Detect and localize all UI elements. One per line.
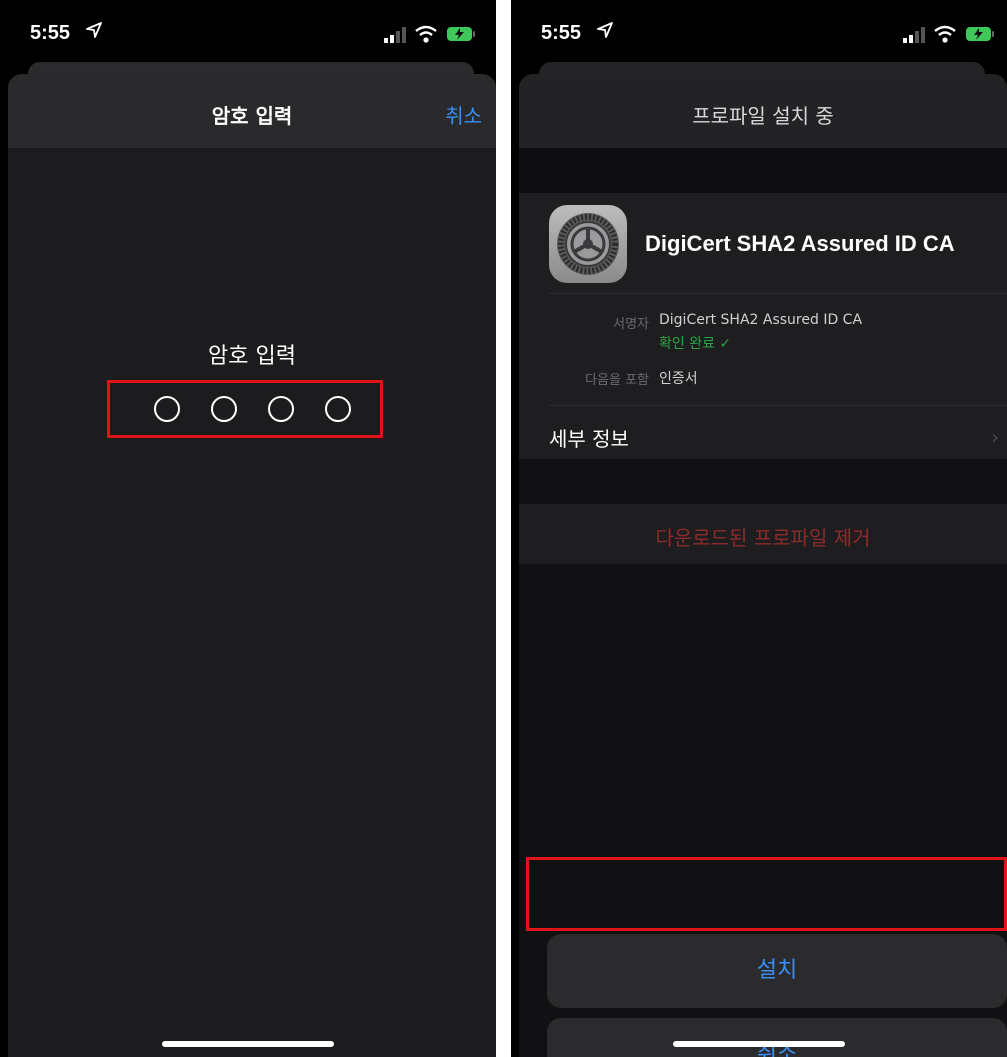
nav-bar: 암호 입력 취소 <box>8 74 496 148</box>
chevron-right-icon: › <box>991 425 999 449</box>
location-arrow-icon <box>86 22 102 38</box>
status-time: 5:55 <box>30 22 71 44</box>
cancel-button[interactable]: 취소 <box>445 100 482 129</box>
status-bar: 5:55 <box>511 0 1007 62</box>
contains-label: 다음을 포함 <box>585 373 649 388</box>
remove-profile-button[interactable]: 다운로드된 프로파일 제거 <box>519 504 1007 564</box>
home-indicator[interactable] <box>162 1041 334 1047</box>
details-row[interactable]: 세부 정보 › <box>519 405 1007 459</box>
battery-charging-icon <box>447 27 475 41</box>
profile-card: DigiCert SHA2 Assured ID CA 서명자 DigiCert… <box>519 193 1007 459</box>
details-label: 세부 정보 <box>549 427 629 451</box>
install-button[interactable]: 설치 <box>547 934 1007 1008</box>
status-time: 5:55 <box>541 22 582 44</box>
left-phone-screen: 5:55 암호 입력 취소 암호 입력 <box>0 0 496 1057</box>
profile-name: DigiCert SHA2 Assured ID CA <box>645 231 955 256</box>
status-bar: 5:55 <box>0 0 496 62</box>
highlight-box <box>107 380 383 438</box>
battery-charging-icon <box>966 27 994 41</box>
signed-by-label: 서명자 <box>613 317 649 332</box>
contains-value: 인증서 <box>659 371 698 387</box>
nav-bar: 프로파일 설치 중 <box>519 74 1007 148</box>
settings-gear-icon <box>549 205 627 283</box>
location-arrow-icon <box>597 22 613 38</box>
nav-title: 암호 입력 <box>211 104 293 128</box>
verified-status: 확인 완료 ✓ <box>659 336 732 352</box>
cancel-button[interactable]: 취소 <box>547 1018 1007 1057</box>
signed-by-value: DigiCert SHA2 Assured ID CA <box>659 312 863 328</box>
passcode-prompt: 암호 입력 <box>208 344 296 369</box>
passcode-sheet: 암호 입력 취소 암호 입력 <box>8 74 496 1057</box>
section-gap <box>519 148 1007 193</box>
highlight-box <box>526 857 1007 931</box>
wifi-icon <box>934 25 956 43</box>
remove-profile-label: 다운로드된 프로파일 제거 <box>655 526 871 550</box>
wifi-icon <box>415 25 437 43</box>
divider <box>549 293 1007 294</box>
nav-title: 프로파일 설치 중 <box>692 104 834 128</box>
cellular-signal-icon <box>384 27 406 43</box>
cellular-signal-icon <box>903 27 925 43</box>
home-indicator[interactable] <box>673 1041 845 1047</box>
